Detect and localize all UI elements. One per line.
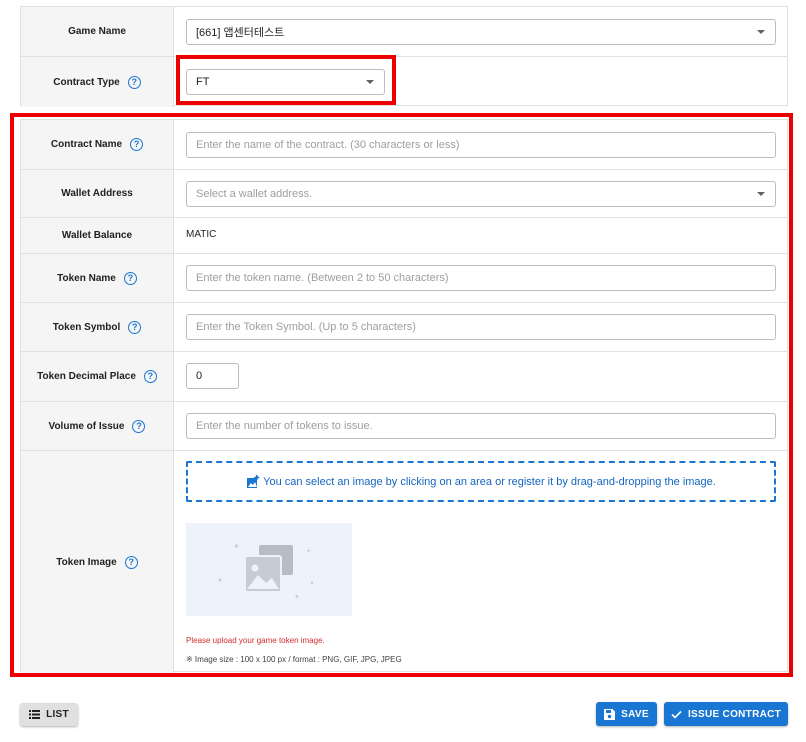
chevron-down-icon [757, 30, 765, 34]
contract-details-highlight [10, 113, 793, 677]
game-name-select[interactable]: [661] 앱센터테스트 [186, 19, 776, 45]
game-name-row: Game Name [661] 앱센터테스트 [21, 7, 787, 57]
list-icon [29, 710, 41, 719]
contract-type-label-text: Contract Type [53, 76, 120, 88]
contract-type-highlight [176, 55, 396, 105]
list-button-label: LIST [46, 709, 69, 720]
save-icon [604, 708, 616, 720]
game-name-label-text: Game Name [68, 26, 126, 37]
save-button[interactable]: SAVE [596, 702, 657, 726]
basic-info-section: Game Name [661] 앱센터테스트 Contract Type ? F… [20, 6, 788, 107]
list-button[interactable]: LIST [20, 703, 78, 726]
help-icon[interactable]: ? [127, 75, 141, 89]
contract-type-label: Contract Type ? [21, 57, 174, 107]
game-name-value: [661] 앱센터테스트 [196, 27, 285, 39]
contract-type-row: Contract Type ? FT [21, 57, 787, 107]
save-button-label: SAVE [621, 708, 649, 720]
game-name-label: Game Name [21, 7, 174, 56]
issue-contract-button-label: ISSUE CONTRACT [687, 708, 782, 720]
issue-contract-button[interactable]: ISSUE CONTRACT [664, 702, 788, 726]
check-icon [671, 710, 682, 719]
